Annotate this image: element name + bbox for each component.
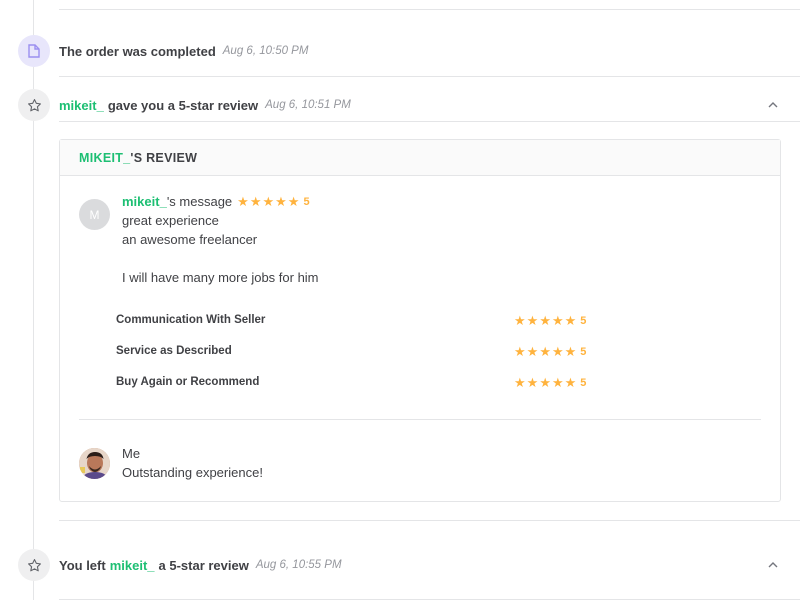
star-icon: ★ xyxy=(275,194,287,209)
timeline-event-review-received[interactable]: mikeit_ gave you a 5-star review Aug 6, … xyxy=(0,89,800,121)
divider xyxy=(59,520,800,521)
rating-value: 5 xyxy=(580,345,587,358)
timeline-event-order-completed: The order was completed Aug 6, 10:50 PM xyxy=(0,35,800,67)
event-timestamp: Aug 6, 10:51 PM xyxy=(265,99,351,111)
chevron-up-icon[interactable] xyxy=(766,558,780,572)
event-description: gave you a 5-star review xyxy=(107,97,259,113)
review-card-header: MIKEIT_ 'S REVIEW xyxy=(60,140,780,176)
event-text: You left mikeit_ a 5-star review Aug 6, … xyxy=(59,549,342,581)
star-outline-icon xyxy=(18,89,50,121)
rating-stars: ★ ★ ★ ★ ★ 5 xyxy=(514,345,586,358)
avatar xyxy=(79,448,110,479)
star-icon: ★ xyxy=(249,194,262,209)
rating-value: 5 xyxy=(580,376,587,389)
review-header-suffix: 'S REVIEW xyxy=(130,150,198,165)
chevron-up-icon[interactable] xyxy=(766,98,780,112)
divider xyxy=(59,76,800,77)
event-prefix: You left xyxy=(59,557,106,573)
rating-row: Service as Described ★ ★ ★ ★ ★ 5 xyxy=(116,345,780,361)
review-message-title: mikeit_'s message ★ ★ ★ ★ ★ 5 xyxy=(122,194,310,209)
overall-rating: ★ ★ ★ ★ ★ 5 xyxy=(237,195,309,208)
rating-label: Communication With Seller xyxy=(116,314,266,326)
review-message-line: great experience xyxy=(122,213,219,228)
message-title-suffix: 's message xyxy=(166,194,233,209)
event-text: mikeit_ gave you a 5-star review Aug 6, … xyxy=(59,89,351,121)
star-icon: ★ xyxy=(526,344,539,359)
rating-stars: ★ ★ ★ ★ ★ 5 xyxy=(514,314,586,327)
star-icon: ★ xyxy=(539,313,551,328)
username-link[interactable]: mikeit_ xyxy=(122,194,167,209)
star-icon: ★ xyxy=(564,313,577,328)
star-icon: ★ xyxy=(237,194,249,209)
responder-name: Me xyxy=(122,446,141,461)
document-icon xyxy=(18,35,50,67)
event-description: The order was completed xyxy=(59,43,216,59)
star-icon: ★ xyxy=(514,344,526,359)
star-icon: ★ xyxy=(514,375,526,390)
event-text: The order was completed Aug 6, 10:50 PM xyxy=(59,35,308,67)
star-icon: ★ xyxy=(526,375,539,390)
rating-label: Service as Described xyxy=(116,345,232,357)
rating-row: Buy Again or Recommend ★ ★ ★ ★ ★ 5 xyxy=(116,376,780,392)
divider xyxy=(59,121,800,122)
star-icon: ★ xyxy=(551,313,564,328)
timeline-event-review-left[interactable]: You left mikeit_ a 5-star review Aug 6, … xyxy=(0,549,800,581)
star-icon: ★ xyxy=(551,375,564,390)
star-icon: ★ xyxy=(564,375,577,390)
event-description: a 5-star review xyxy=(158,557,249,573)
review-message-line: an awesome freelancer xyxy=(122,232,258,247)
star-icon: ★ xyxy=(526,313,539,328)
rating-value: 5 xyxy=(303,195,310,208)
rating-row: Communication With Seller ★ ★ ★ ★ ★ 5 xyxy=(116,314,780,330)
avatar: M xyxy=(79,199,110,230)
rating-stars: ★ ★ ★ ★ ★ 5 xyxy=(514,376,586,389)
username-link[interactable]: mikeit_ xyxy=(59,98,104,113)
review-card: MIKEIT_ 'S REVIEW M mikeit_'s message ★ ★ ★… xyxy=(59,139,781,502)
star-icon: ★ xyxy=(564,344,577,359)
star-outline-icon xyxy=(18,549,50,581)
star-icon: ★ xyxy=(539,375,551,390)
reviewer-name[interactable]: MIKEIT_ xyxy=(79,151,130,165)
username-link[interactable]: mikeit_ xyxy=(110,558,155,573)
star-icon: ★ xyxy=(287,194,300,209)
event-timestamp: Aug 6, 10:55 PM xyxy=(255,559,342,571)
event-timestamp: Aug 6, 10:50 PM xyxy=(222,45,309,57)
star-icon: ★ xyxy=(539,344,551,359)
divider xyxy=(79,419,761,420)
star-icon: ★ xyxy=(262,194,275,209)
response-text: Outstanding experience! xyxy=(122,465,263,480)
divider xyxy=(59,9,800,10)
review-message-line: I will have many more jobs for him xyxy=(122,270,319,285)
star-icon: ★ xyxy=(551,344,564,359)
star-icon: ★ xyxy=(514,313,526,328)
rating-label: Buy Again or Recommend xyxy=(116,376,260,388)
rating-value: 5 xyxy=(580,314,587,327)
